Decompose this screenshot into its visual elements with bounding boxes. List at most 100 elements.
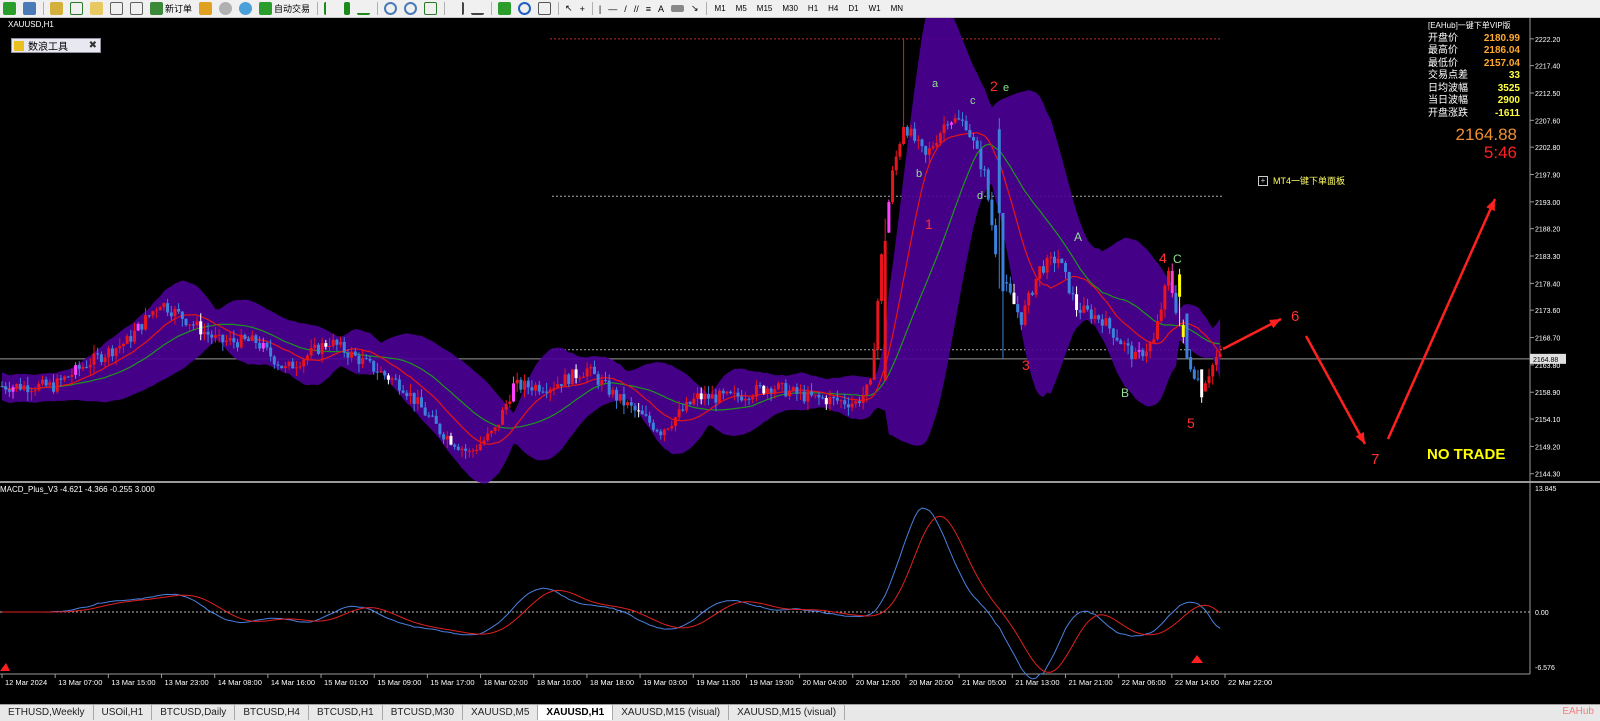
auto-trading-button[interactable]: 自动交易 [256,1,313,16]
candle-body [666,428,670,430]
candle-body [1082,305,1086,313]
timeframe-w1[interactable]: W1 [864,4,886,13]
candle-body [659,431,663,436]
candle-body [791,387,795,391]
candle-body [144,315,148,330]
candle-body [526,380,530,388]
candlestick-button[interactable] [341,1,353,16]
candle-body [302,359,306,367]
signals-button[interactable] [236,1,255,16]
timeframe-mn[interactable]: MN [886,4,908,13]
market-watch-button[interactable] [47,1,66,16]
candle-body [1019,312,1023,325]
autoscroll-button[interactable] [468,1,487,16]
wave-tool-button[interactable]: 数浪工具 ✖ [11,38,101,53]
candle-body [581,376,585,378]
chart-canvas[interactable]: 2222.20 2217.40 2212.50 2207.60 2202.80 2197.… [0,18,1600,704]
current-price-tag: 2164.88 [1533,357,1558,364]
channel-tool[interactable]: // [631,1,642,16]
new-order-button[interactable]: 新订单 [147,1,195,16]
chart-tab[interactable]: BTCUSD,H4 [235,705,309,720]
candle-body [155,310,159,312]
chart-tab[interactable]: BTCUSD,M30 [383,705,464,720]
bar-chart-button[interactable] [321,1,340,16]
cursor-tool[interactable]: ↖ [562,1,576,16]
timeframe-h4[interactable]: H4 [823,4,843,13]
macd-buy-arrow [0,663,10,671]
new-chart-button[interactable] [0,1,19,16]
periods-button[interactable] [515,1,534,16]
candle-body [1012,292,1016,305]
templates-button[interactable] [535,1,554,16]
candle-body [464,448,468,451]
candle-body [1130,345,1134,360]
candle-body [52,382,56,392]
time-tick-label: 19 Mar 03:00 [643,678,687,687]
candle-body [894,156,898,171]
candle-body [681,409,685,411]
zoom-out-button[interactable] [401,1,420,16]
candle-body [530,387,534,391]
terminal-button[interactable] [107,1,126,16]
strategy-tester-button[interactable] [127,1,146,16]
chart-tab[interactable]: XAUUSD,H1 [538,705,614,720]
candle-body [740,396,744,401]
timeframe-m15[interactable]: M15 [752,4,778,13]
chart-tab[interactable]: ETHUSD,Weekly [0,705,94,720]
timeframe-m1[interactable]: M1 [710,4,731,13]
arrows-tool[interactable]: ↘ [688,1,702,16]
clock-icon [518,2,532,15]
chart-tab[interactable]: XAUUSD,M15 (visual) [729,705,846,720]
label-tool[interactable] [668,1,687,16]
chart-tab[interactable]: XAUUSD,M5 [463,705,539,720]
chart-tab[interactable]: BTCUSD,H1 [309,705,383,720]
candle-body [843,400,847,405]
candle-body [515,379,519,384]
text-tool[interactable]: A [655,1,667,16]
time-tick-label: 13 Mar 15:00 [111,678,155,687]
candle-body [920,139,924,147]
chart-shift-button[interactable] [448,1,467,16]
chart-window[interactable]: 2222.20 2217.40 2212.50 2207.60 2202.80 2197.… [0,18,1600,704]
templates-icon [538,2,552,15]
info-label: 当日波幅 [1428,95,1468,106]
data-window-button[interactable] [67,1,86,16]
candle-body [990,199,994,226]
chart-tab[interactable]: USOil,H1 [94,705,153,720]
indicators-button[interactable] [495,1,514,16]
metaeditor-button[interactable] [196,1,215,16]
price-tick-label: 2193.00 [1535,200,1560,207]
zoom-in-button[interactable] [381,1,400,16]
toolbar-divider [705,2,707,15]
info-value: 2900 [1497,95,1520,106]
candle-body [972,136,976,141]
crosshair-tool[interactable]: + [577,1,588,16]
projection-arrow-7 [1304,335,1367,445]
candle-body [438,423,442,435]
candle-body [975,140,979,149]
timeframe-m5[interactable]: M5 [731,4,752,13]
chart-tab[interactable]: XAUUSD,M15 (visual) [613,705,730,720]
tile-windows-button[interactable] [421,1,440,16]
candle-body [471,450,475,452]
timeframe-h1[interactable]: H1 [803,4,823,13]
candle-body [1185,313,1189,359]
toolbar-divider [43,2,44,15]
profiles-button[interactable] [20,1,39,16]
trendline-tool[interactable]: / [621,1,630,16]
fibonacci-tool[interactable]: ≡ [643,1,654,16]
timeframe-d1[interactable]: D1 [843,4,863,13]
vertical-line-tool[interactable]: | [596,1,604,16]
timeframe-m30[interactable]: M30 [777,4,803,13]
chart-tab[interactable]: BTCUSD,Daily [152,705,236,720]
line-chart-button[interactable] [354,1,373,16]
candle-body [924,146,928,155]
candle-body [997,129,1001,214]
navigator-button[interactable] [87,1,106,16]
candle-body [445,435,449,440]
mt4-panel-toggle[interactable]: + MT4一键下单面板 [1258,174,1345,187]
close-icon[interactable]: ✖ [89,40,97,51]
horizontal-line-tool[interactable]: — [605,1,620,16]
alerts-button[interactable] [216,1,235,16]
candle-body [578,377,582,379]
